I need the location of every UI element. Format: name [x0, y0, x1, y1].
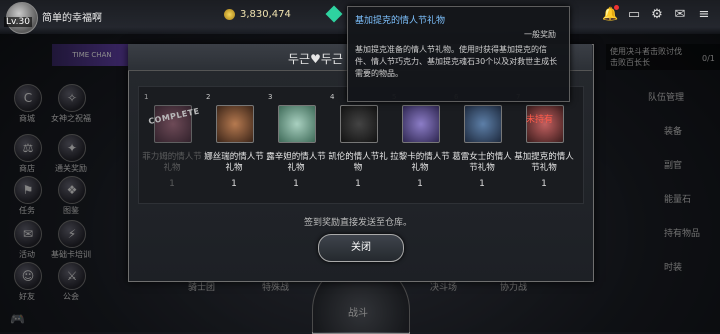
card-day-number: 4: [330, 93, 335, 101]
card-item-name: 露辛妲的情人节礼物: [266, 152, 326, 173]
gift-icon: [340, 105, 378, 143]
card-quantity: 1: [355, 179, 361, 189]
gift-icon: [216, 105, 254, 143]
card-day-number: 1: [144, 93, 149, 101]
dialog-hint: 签到奖励直接发送至仓库。: [304, 218, 413, 228]
card-day-number: 3: [268, 93, 273, 101]
card-quantity: 1: [293, 179, 299, 189]
tooltip-title: 基加提克的情人节礼物: [355, 16, 446, 26]
reward-card[interactable]: 4 凯伦的情人节礼物 1: [328, 93, 388, 201]
card-item-name: 菲力姆的情人节礼物: [142, 152, 202, 173]
dialog-title: 두근♥두근: [288, 52, 343, 66]
gear-icon[interactable]: ⚙: [649, 7, 665, 23]
reward-card[interactable]: 3 露辛妲的情人节礼物 1: [266, 93, 326, 201]
reward-card[interactable]: 6葛雷女士的情人节礼物1: [452, 93, 512, 201]
reward-card[interactable]: 1 COMPLETE 菲力姆的情人节礼物 1: [142, 93, 202, 201]
gift-icon: [402, 105, 440, 143]
card-item-name: 拉黎卡的情人节礼物: [390, 152, 450, 173]
tooltip-description: 基加提克准备的情人节礼物。使用时获得基加提克的信件、情人节巧克力、基加提克魂石3…: [355, 45, 558, 78]
card-quantity: 1: [417, 179, 423, 189]
reward-card[interactable]: 2 娜丝瑞的情人节礼物 1: [204, 93, 264, 201]
player-name: 简单的幸福啊: [42, 13, 102, 24]
gift-icon: [278, 105, 316, 143]
chat-icon[interactable]: ▭: [626, 7, 642, 23]
unowned-stamp: 未持有: [526, 115, 554, 125]
card-quantity: 1: [231, 179, 237, 189]
reward-card[interactable]: 7未持有基加提克的情人节礼物1: [514, 93, 574, 201]
gift-icon: [464, 105, 502, 143]
reward-card[interactable]: 5拉黎卡的情人节礼物1: [390, 93, 450, 201]
card-item-name: 基加提克的情人节礼物: [514, 152, 574, 173]
card-quantity: 1: [169, 179, 175, 189]
card-day-number: 2: [206, 93, 211, 101]
gold-amount: 3,830,474: [240, 9, 291, 20]
bell-badge: [614, 5, 619, 10]
card-item-name: 葛雷女士的情人节礼物: [452, 152, 512, 173]
card-quantity: 1: [541, 179, 547, 189]
player-level: Lv.30: [4, 17, 32, 27]
card-item-name: 凯伦的情人节礼物: [328, 152, 388, 173]
menu-icon[interactable]: ≡: [696, 7, 712, 23]
card-item-name: 娜丝瑞的情人节礼物: [204, 152, 264, 173]
card-quantity: 1: [479, 179, 485, 189]
tooltip-type: 一般奖励: [524, 30, 556, 39]
close-button[interactable]: 关闭: [318, 234, 404, 262]
gold-coin-icon: [224, 9, 235, 20]
mail-icon[interactable]: ✉: [672, 7, 688, 23]
